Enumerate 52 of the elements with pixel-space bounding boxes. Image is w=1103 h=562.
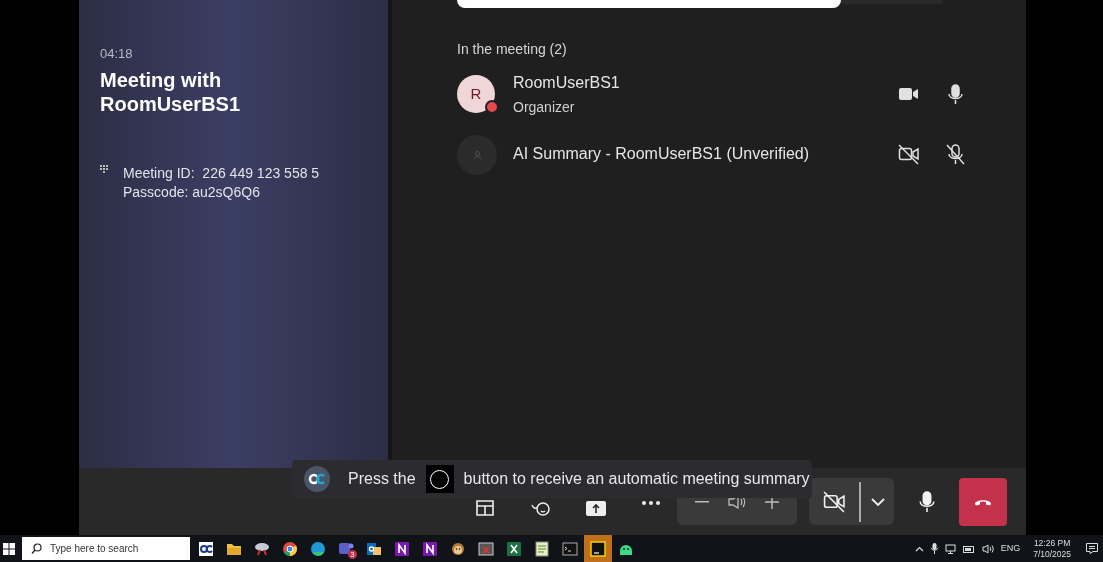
search-input[interactable]: Type here to search bbox=[50, 541, 180, 556]
meeting-title: Meeting with RoomUserBS1 bbox=[100, 67, 242, 116]
clock[interactable]: 12:26 PM 7/10/2025 bbox=[1033, 537, 1071, 560]
taskbar-app-button[interactable] bbox=[584, 535, 612, 562]
microphone-icon bbox=[916, 490, 938, 513]
participant-name: AI Summary - RoomUserBS1 (Unverified) bbox=[513, 144, 810, 164]
browser-icon bbox=[282, 540, 298, 557]
participant-name: RoomUserBS1 bbox=[513, 72, 620, 93]
layout-icon[interactable] bbox=[476, 499, 494, 516]
hang-up-button[interactable] bbox=[959, 477, 1007, 526]
passcode: Passcode: au2sQ6Q6 bbox=[123, 182, 260, 202]
more-icon[interactable] bbox=[642, 500, 660, 505]
clock-date: 7/10/2025 bbox=[1033, 548, 1071, 560]
battery-icon[interactable] bbox=[962, 544, 975, 553]
windows-start-icon[interactable] bbox=[3, 542, 15, 555]
elapsed-time: 04:18 bbox=[100, 45, 133, 63]
clock-time: 12:26 PM bbox=[1033, 537, 1071, 549]
record-button-icon bbox=[425, 465, 454, 493]
camera-off-icon bbox=[823, 490, 845, 513]
dialpad-icon bbox=[100, 164, 109, 175]
window-tool-icon bbox=[478, 540, 494, 557]
terminal-icon bbox=[562, 540, 578, 557]
app-logo-icon bbox=[304, 466, 330, 492]
meeting-id: Meeting ID: 226 449 123 558 5 bbox=[123, 163, 320, 183]
taskbar-search-field[interactable]: Type here to search bbox=[22, 537, 190, 560]
monkey-icon bbox=[450, 540, 466, 557]
chevron-down-icon bbox=[870, 497, 885, 506]
ide-icon bbox=[590, 540, 606, 557]
notebook-icon bbox=[394, 540, 410, 557]
app-icon bbox=[198, 540, 214, 557]
language-indicator[interactable]: ENG bbox=[1000, 541, 1021, 556]
chat-app-icon bbox=[338, 540, 354, 557]
notification-icon[interactable] bbox=[1086, 543, 1098, 554]
browser-icon bbox=[310, 540, 326, 557]
share-icon[interactable] bbox=[586, 499, 606, 516]
microphone-icon[interactable] bbox=[930, 543, 938, 554]
search-icon bbox=[31, 543, 42, 554]
participants-heading: In the meeting (2) bbox=[457, 40, 567, 59]
notepad-icon bbox=[534, 540, 550, 557]
toast-text: Press the bbox=[348, 469, 416, 489]
phone-icon bbox=[974, 497, 992, 506]
participant-role: Organizer bbox=[513, 97, 575, 117]
avatar: R bbox=[457, 75, 495, 113]
chevron-up-icon[interactable] bbox=[914, 545, 924, 552]
mail-app-icon bbox=[366, 540, 382, 557]
person-icon bbox=[473, 151, 481, 159]
minus-icon[interactable] bbox=[694, 500, 709, 503]
spreadsheet-icon bbox=[506, 540, 522, 557]
toast-text: button to receive an automatic meeting summary bbox=[463, 469, 810, 489]
notebook-icon bbox=[422, 540, 438, 557]
network-icon[interactable] bbox=[944, 543, 956, 554]
volume-icon[interactable] bbox=[981, 543, 994, 554]
